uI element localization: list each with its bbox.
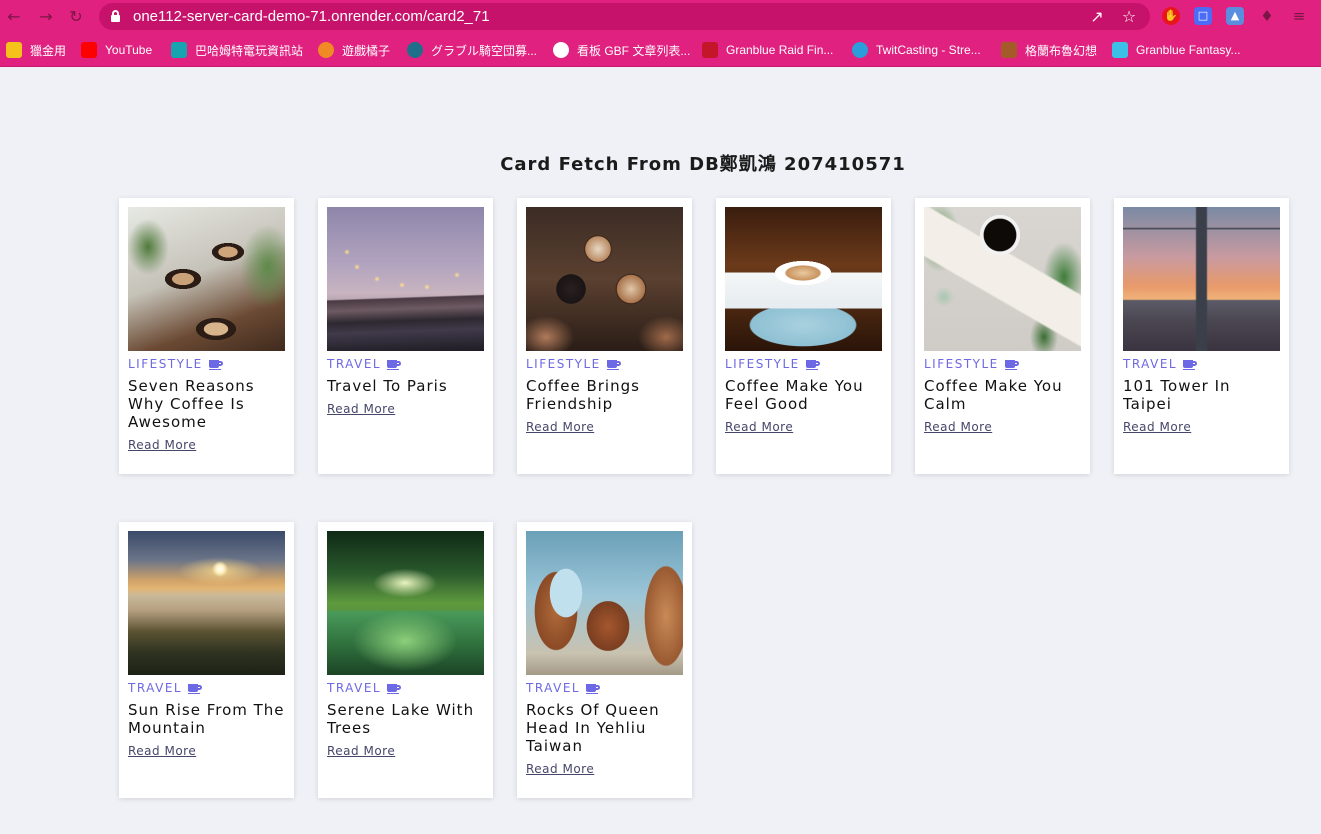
card: TRAVEL Serene Lake With Trees Read More [318,522,493,798]
read-more-link[interactable]: Read More [924,420,992,434]
joker-icon [6,42,22,58]
card-category: LIFESTYLE [128,357,223,371]
card-image [1123,207,1280,351]
read-more-link[interactable]: Read More [128,438,196,452]
read-more-link[interactable]: Read More [526,420,594,434]
bookmarks-bar: 獵金用 YouTube 巴哈姆特電玩資訊站 遊戲橘子 グラブル騎空団募... 看… [0,34,1321,67]
card-category: TRAVEL [327,357,402,371]
bookmark-item[interactable]: Granblue Fantasy... [1112,41,1241,59]
reload-icon[interactable]: ↻ [66,7,86,27]
lock-icon[interactable] [111,10,120,22]
ptt-icon [553,42,569,58]
card-image [327,531,484,675]
url-text[interactable]: one112-server-card-demo-71.onrender.com/… [133,8,490,25]
card-title: Coffee Brings Friendship [526,377,640,413]
extension-shield-icon[interactable]: ✋ [1162,7,1180,25]
card-image [924,207,1081,351]
card: LIFESTYLE Coffee Make You Feel Good Read… [716,198,891,474]
youtube-icon [81,42,97,58]
card-title: Coffee Make You Feel Good [725,377,864,413]
star-icon [1112,42,1128,58]
back-arrow-icon[interactable]: ← [4,7,24,27]
coffee-cup-icon [586,683,601,694]
card: TRAVEL Rocks Of Queen Head In Yehliu Tai… [517,522,692,798]
read-more-link[interactable]: Read More [327,402,395,416]
extensions-puzzle-icon[interactable]: ♦ [1258,7,1276,25]
bookmark-item[interactable]: TwitCasting - Stre... [852,41,981,59]
bookmark-item[interactable]: 格蘭布魯幻想 [1001,41,1097,59]
read-more-link[interactable]: Read More [327,744,395,758]
coffee-cup-icon [208,359,223,370]
card-category: LIFESTYLE [526,357,621,371]
coffee-cup-icon [188,683,203,694]
card: TRAVEL Sun Rise From The Mountain Read M… [119,522,294,798]
twitcasting-icon [852,42,868,58]
card-title: 101 Tower In Taipei [1123,377,1231,413]
bookmark-item[interactable]: Granblue Raid Fin... [702,41,833,59]
card-category: TRAVEL [1123,357,1198,371]
coffee-cup-icon [1183,359,1198,370]
bahamut-icon [171,42,187,58]
card-image [526,531,683,675]
card-image [128,207,285,351]
read-more-link[interactable]: Read More [128,744,196,758]
share-icon[interactable]: ↗ [1087,7,1107,27]
coffee-cup-icon [387,683,402,694]
card-category: LIFESTYLE [924,357,1019,371]
bookmark-item[interactable]: グラブル騎空団募... [407,41,537,59]
gbf-icon [1001,42,1017,58]
globe-icon [407,42,423,58]
raid-finder-icon [702,42,718,58]
card: LIFESTYLE Coffee Make You Calm Read More [915,198,1090,474]
bookmark-item[interactable]: 遊戲橘子 [318,41,390,59]
coffee-cup-icon [805,359,820,370]
extension-translate-icon[interactable]: ▲ [1226,7,1244,25]
coffee-cup-icon [606,359,621,370]
read-more-link[interactable]: Read More [725,420,793,434]
card-image [526,207,683,351]
card-category: TRAVEL [327,681,402,695]
page-title: Card Fetch From DB鄭凱鴻 207410571 [500,154,906,175]
read-more-link[interactable]: Read More [526,762,594,776]
card-image [725,207,882,351]
forward-arrow-icon[interactable]: → [36,7,56,27]
card: LIFESTYLE Seven Reasons Why Coffee Is Aw… [119,198,294,474]
extension-screen-icon[interactable]: □ [1194,7,1212,25]
coffee-cup-icon [1004,359,1019,370]
bookmark-item[interactable]: YouTube [81,41,152,59]
coffee-cup-icon [387,359,402,370]
card-title: Sun Rise From The Mountain [128,701,285,737]
card: TRAVEL 101 Tower In Taipei Read More [1114,198,1289,474]
card-title: Serene Lake With Trees [327,701,475,737]
bookmark-item[interactable]: 巴哈姆特電玩資訊站 [171,41,303,59]
menu-icon[interactable]: ≡ [1290,7,1308,25]
card-category: TRAVEL [128,681,203,695]
card: LIFESTYLE Coffee Brings Friendship Read … [517,198,692,474]
bookmark-star-icon[interactable]: ☆ [1119,7,1139,27]
browser-toolbar: ← → ↻ one112-server-card-demo-71.onrende… [0,0,1321,34]
card-image [327,207,484,351]
bookmark-item[interactable]: 看板 GBF 文章列表... [553,41,690,59]
card-category: TRAVEL [526,681,601,695]
card-category: LIFESTYLE [725,357,820,371]
card-image [128,531,285,675]
card-title: Rocks Of Queen Head In Yehliu Taiwan [526,701,660,755]
read-more-link[interactable]: Read More [1123,420,1191,434]
card: TRAVEL Travel To Paris Read More [318,198,493,474]
bookmark-item[interactable]: 獵金用 [6,41,66,59]
gamania-icon [318,42,334,58]
address-bar[interactable]: one112-server-card-demo-71.onrender.com/… [99,3,1150,30]
card-title: Travel To Paris [327,377,448,395]
card-title: Seven Reasons Why Coffee Is Awesome [128,377,255,431]
card-title: Coffee Make You Calm [924,377,1063,413]
